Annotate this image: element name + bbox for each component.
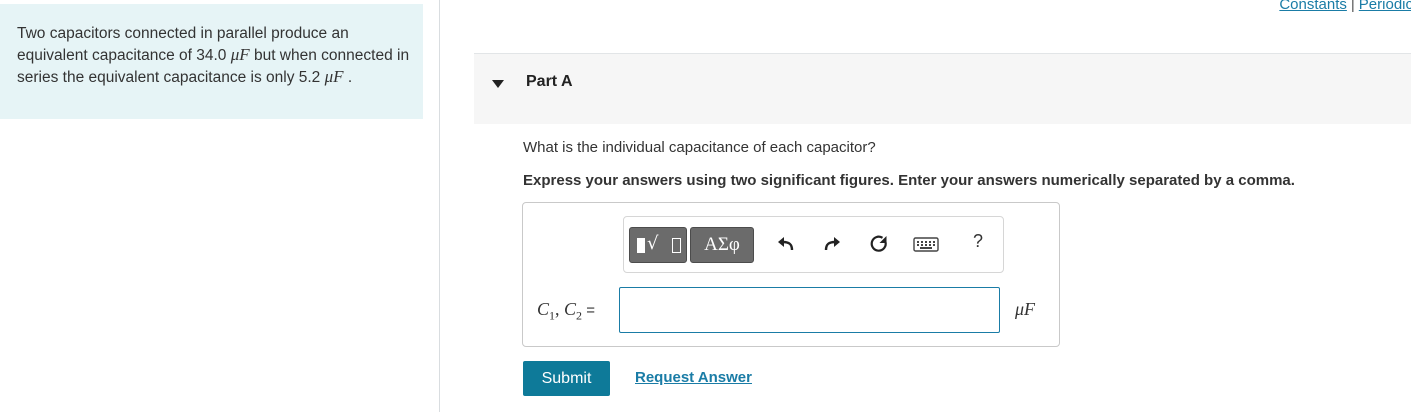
answer-box: √ ΑΣφ ? C1, C2 = μF (522, 202, 1060, 347)
problem-statement-panel: Two capacitors connected in parallel pro… (0, 4, 423, 119)
panel-divider (439, 0, 440, 412)
question-text: What is the individual capacitance of ea… (523, 139, 876, 156)
templates-radical-icon[interactable]: √ (629, 227, 687, 263)
answer-label: C1, C2 = (537, 299, 595, 323)
answer-unit: μF (1015, 299, 1036, 319)
part-title: Part A (526, 73, 573, 90)
instruction-text: Express your answers using two significa… (523, 172, 1295, 189)
problem-unit-1: μF (230, 45, 250, 64)
part-a-header[interactable]: Part A (474, 54, 1411, 124)
symbols-button[interactable]: ΑΣφ (690, 227, 754, 263)
keyboard-icon[interactable] (913, 233, 939, 255)
redo-icon[interactable] (820, 233, 842, 255)
constants-link[interactable]: Constants (1279, 0, 1347, 13)
answer-input[interactable] (619, 287, 1000, 333)
collapse-caret-icon[interactable] (492, 80, 504, 88)
problem-unit-2: μF (324, 67, 344, 86)
problem-text-after: . (343, 69, 353, 86)
submit-button[interactable]: Submit (523, 361, 610, 396)
math-toolbar: √ ΑΣφ ? (623, 216, 1004, 273)
top-links-separator: | (1350, 0, 1355, 13)
top-links: Constants | Periodic (1279, 0, 1411, 13)
reset-icon[interactable] (868, 233, 890, 255)
request-answer-link[interactable]: Request Answer (635, 369, 752, 386)
undo-icon[interactable] (776, 233, 798, 255)
help-button[interactable]: ? (973, 231, 983, 252)
problem-statement: Two capacitors connected in parallel pro… (17, 23, 417, 88)
periodic-table-link[interactable]: Periodic (1359, 0, 1411, 13)
